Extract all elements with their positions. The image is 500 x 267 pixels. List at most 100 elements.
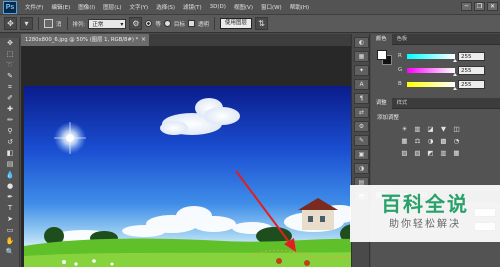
options-bar: ✥ ▾ 消 排列: 正常 ⚙ 等 目标 透明 使用图层 ⇅ [0,14,500,33]
document-tabs: 1280x800_6.jpg @ 50% (图层 1, RGB/8#) * × [21,34,351,46]
radio-sample[interactable] [145,20,153,27]
color-panel: R 255 G 255 B 255 [371,45,500,98]
path-select-icon[interactable]: ➤ [0,214,20,225]
history-brush-icon[interactable]: ↺ [0,137,20,148]
dock-button-icon[interactable]: ⇄ [354,107,369,118]
image-canvas[interactable] [24,86,369,267]
marquee-tool-icon[interactable]: ⬚ [0,49,20,60]
dock-button-icon[interactable]: ⚙ [354,121,369,132]
landscape-image [24,98,369,267]
slider-r-value[interactable]: 255 [458,51,485,61]
adjustment-icon[interactable]: ◪ [425,124,436,134]
dock-button-icon[interactable]: ¶ [354,93,369,104]
document-tab[interactable]: 1280x800_6.jpg @ 50% (图层 1, RGB/8#) * × [21,34,149,46]
dock-button-icon[interactable]: ✦ [354,65,369,76]
minimize-icon[interactable]: ─ [461,2,472,11]
adjustment-icon[interactable]: ▥ [412,124,423,134]
adjustment-icon[interactable]: ◔ [451,136,462,146]
tab-swatches[interactable]: 色板 [392,34,413,45]
pen-tool-icon[interactable]: ✒ [0,192,20,203]
adjustment-icon[interactable]: ◫ [451,124,462,134]
menu-layer[interactable]: 图层(L) [99,3,125,11]
adjustment-icon[interactable]: ☀ [399,124,410,134]
menu-window[interactable]: 窗口(W) [257,3,286,11]
move-tool-icon[interactable]: ✥ [4,17,17,30]
adjustment-icon[interactable]: ◩ [425,148,436,158]
quick-select-icon[interactable]: ✎ [0,71,20,82]
dock-button-icon[interactable]: ▦ [354,51,369,62]
slider-g-label: G [398,67,403,73]
menu-image[interactable]: 图像(I) [74,3,99,11]
eyedropper-icon[interactable]: ✐ [0,93,20,104]
dock-button-icon[interactable]: ◑ [354,163,369,174]
dodge-tool-icon[interactable]: ● [0,181,20,192]
adjustment-icon[interactable]: ▨ [399,148,410,158]
antialias-label: 消 [56,21,62,28]
slider-r[interactable]: R 255 [398,50,498,62]
use-all-layers-button[interactable]: 使用图层 [219,18,252,29]
slider-b[interactable]: B 255 [398,78,498,90]
crop-tool-icon[interactable]: ⌗ [0,82,20,93]
adjustment-icon[interactable]: ◑ [425,136,436,146]
marker-dot [304,260,310,266]
slider-r-label: R [398,53,402,59]
watermark-subtitle: 助你轻松解决 [389,219,461,230]
dock-button-icon[interactable]: ◐ [354,37,369,48]
close-tab-icon[interactable]: × [141,34,146,46]
adjustment-icon[interactable]: ▼ [438,124,449,134]
dock-button-icon[interactable]: ✎ [354,135,369,146]
slider-r-track[interactable] [407,53,457,62]
menu-filter[interactable]: 滤镜(T) [179,3,206,11]
type-tool-icon[interactable]: T [0,203,20,214]
align-icon[interactable]: ⇅ [254,17,268,30]
adjustment-icon[interactable]: ▧ [412,148,423,158]
mode-select[interactable]: 正常 [88,18,127,30]
lasso-tool-icon[interactable]: ➰ [0,60,20,71]
dock-button-icon[interactable]: A [354,79,369,90]
cloud-main [160,98,240,135]
restore-icon[interactable]: ❐ [474,2,485,11]
adjustment-icon[interactable]: ▥ [438,148,449,158]
slider-g-value[interactable]: 255 [458,65,485,75]
clone-stamp-icon[interactable]: ⚲ [0,126,20,137]
foreground-color-swatch[interactable] [377,50,387,60]
shape-tool-icon[interactable]: ▭ [0,225,20,236]
slider-g[interactable]: G 255 [398,64,498,76]
menu-view[interactable]: 视图(V) [230,3,257,11]
slider-b-track[interactable] [407,81,457,90]
radio-target[interactable] [163,20,171,27]
close-icon[interactable]: ✕ [487,2,498,11]
adjustment-icon[interactable]: ⚖ [412,136,423,146]
tab-adjustments[interactable]: 调整 [371,97,392,109]
color-square-icon[interactable] [44,19,53,28]
tool-preset-icon[interactable]: ▾ [20,17,33,30]
zoom-tool-icon[interactable]: 🔍 [0,247,20,258]
tab-color[interactable]: 颜色 [371,33,392,45]
gradient-tool-icon[interactable]: ▤ [0,159,20,170]
brush-tool-icon[interactable]: ✏ [0,115,20,126]
eraser-tool-icon[interactable]: ◧ [0,148,20,159]
transparent-checkbox[interactable] [187,20,195,27]
adjust-icon-grid: ☀ ▥ ◪ ▼ ◫ ▦ ⚖ ◑ ▩ ◔ ▨ ▧ ◩ ▥ ▦ [399,124,462,158]
hand-tool-icon[interactable]: ✋ [0,236,20,247]
menu-3d[interactable]: 3D(D) [206,4,230,10]
slider-g-track[interactable] [407,67,457,76]
menu-edit[interactable]: 编辑(E) [47,3,74,11]
menu-select[interactable]: 选择(S) [152,3,179,11]
menu-file[interactable]: 文件(F) [21,3,47,11]
healing-brush-icon[interactable]: ✚ [0,104,20,115]
slider-b-value[interactable]: 255 [458,79,485,89]
blur-tool-icon[interactable]: 💧 [0,170,20,181]
adjustment-icon[interactable]: ▦ [399,136,410,146]
settings-icon[interactable]: ⚙ [129,17,143,30]
menu-type[interactable]: 文字(Y) [126,3,153,11]
dock-button-icon[interactable]: ▣ [354,149,369,160]
color-panel-header: 颜色 色板 [371,33,500,45]
tab-styles[interactable]: 样式 [392,98,413,109]
divider [66,17,68,30]
menu-help[interactable]: 帮助(H) [286,3,313,11]
adjustment-icon[interactable]: ▩ [438,136,449,146]
move-tool-icon[interactable]: ✥ [0,38,20,49]
canvas-area[interactable] [21,46,369,267]
adjustment-icon[interactable]: ▦ [451,148,462,158]
